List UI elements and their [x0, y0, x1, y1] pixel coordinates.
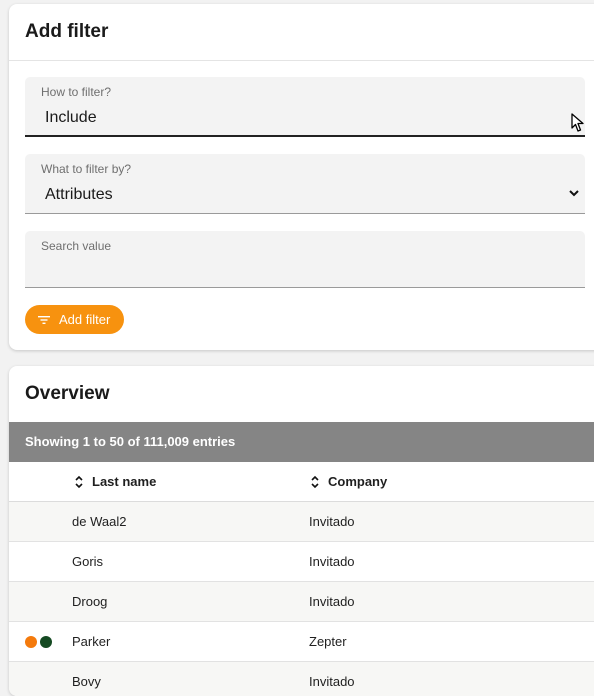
cell-company: Zepter [309, 634, 347, 649]
chevron-down-icon [569, 190, 579, 197]
status-dot-green [40, 636, 52, 648]
cell-last-name: Droog [72, 594, 108, 609]
entries-info: Showing 1 to 50 of 111,009 entries [9, 422, 594, 462]
search-value-input[interactable]: Search value [25, 231, 585, 288]
column-header-last-name[interactable]: Last name [75, 462, 156, 502]
cell-last-name: Parker [72, 634, 111, 649]
cell-company: Invitado [309, 554, 355, 569]
column-label: Company [328, 474, 388, 489]
add-filter-card: Add filter How to filter? Include What t… [9, 4, 594, 350]
divider [9, 60, 594, 61]
column-header-company[interactable]: Company [311, 462, 387, 502]
table-header: Last name Company [9, 462, 594, 502]
column-label: Last name [92, 474, 157, 489]
table-row[interactable]: Goris Invitado [9, 542, 594, 582]
filter-lines-icon [38, 315, 50, 324]
sort-arrows-icon [75, 475, 83, 489]
table-row[interactable]: Parker Zepter [9, 622, 594, 662]
overview-title: Overview [25, 383, 110, 404]
add-filter-button-label: Add filter [59, 312, 111, 327]
what-to-filter-label: What to filter by? [41, 162, 132, 176]
sort-arrows-icon [311, 475, 319, 489]
table-body: de Waal2 Invitado Goris Invitado Droog I… [9, 502, 594, 696]
cell-company: Invitado [309, 594, 355, 609]
how-to-filter-label: How to filter? [41, 85, 112, 99]
cell-company: Invitado [309, 514, 355, 529]
table-row[interactable]: Droog Invitado [9, 582, 594, 622]
how-to-filter-value: Include [45, 109, 97, 126]
table-row[interactable]: Bovy Invitado [9, 662, 594, 696]
cell-last-name: de Waal2 [72, 514, 127, 529]
add-filter-title: Add filter [25, 21, 109, 42]
search-value-label: Search value [41, 239, 112, 253]
overview-card: Overview Showing 1 to 50 of 111,009 entr… [9, 366, 594, 696]
cell-last-name: Goris [72, 554, 104, 569]
what-to-filter-select[interactable]: What to filter by? Attributes [25, 154, 585, 214]
table-row[interactable]: de Waal2 Invitado [9, 502, 594, 542]
status-dot-orange [25, 636, 37, 648]
mouse-cursor-icon [571, 113, 584, 132]
what-to-filter-value: Attributes [45, 186, 113, 203]
how-to-filter-select[interactable]: How to filter? Include [25, 77, 585, 137]
cell-last-name: Bovy [72, 674, 101, 689]
cell-company: Invitado [309, 674, 355, 689]
add-filter-button[interactable]: Add filter [25, 305, 124, 334]
